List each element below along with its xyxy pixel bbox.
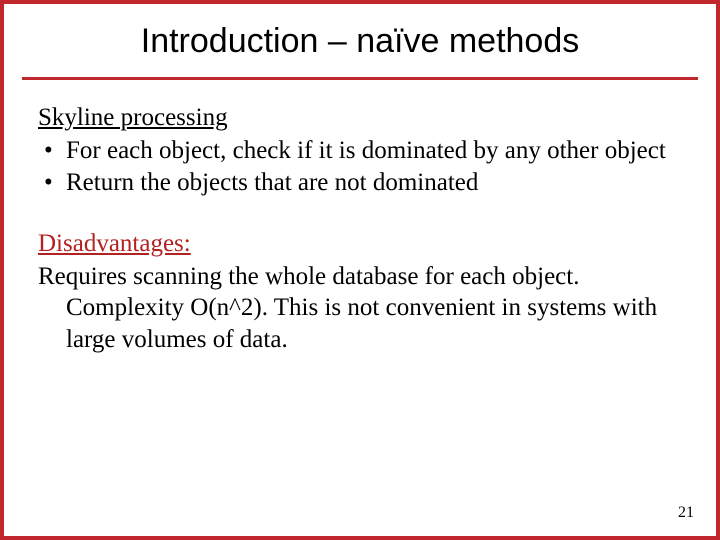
- bullet-list: For each object, check if it is dominate…: [38, 135, 682, 198]
- page-number: 21: [678, 504, 694, 522]
- slide-title: Introduction – naïve methods: [4, 4, 716, 77]
- slide-frame: Introduction – naïve methods Skyline pro…: [0, 0, 720, 540]
- bullet-item: Return the objects that are not dominate…: [38, 167, 682, 198]
- section-heading-disadvantages: Disadvantages:: [38, 228, 191, 259]
- slide-content: Skyline processing For each object, chec…: [4, 80, 716, 355]
- section-heading-skyline: Skyline processing: [38, 102, 228, 133]
- bullet-item: For each object, check if it is dominate…: [38, 135, 682, 166]
- paragraph: Requires scanning the whole database for…: [38, 261, 682, 355]
- para-line: Requires scanning the whole database for…: [38, 261, 682, 292]
- para-line: Complexity O(n^2). This is not convenien…: [38, 292, 682, 355]
